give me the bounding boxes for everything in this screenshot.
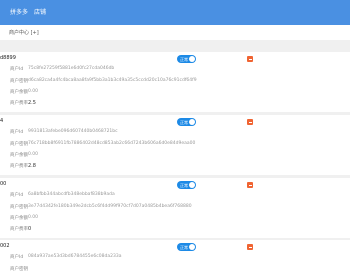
merchant-fee-row: 商户费率 2.8 xyxy=(10,163,36,170)
merchant-fee-label: 商户费率 xyxy=(10,227,28,232)
merchant-name: 4 xyxy=(0,118,4,124)
merchant-fee-label: 商户费率 xyxy=(10,164,28,169)
nav-item-pinduoduo[interactable]: 拼多多 xyxy=(10,7,28,16)
merchant-id-row: 商户Id 084a937ae53d3bd6784455e6c08da233a xyxy=(10,254,121,260)
delete-icon[interactable] xyxy=(247,244,253,250)
merchant-balance-value: 0.00 xyxy=(28,215,39,220)
delete-icon[interactable] xyxy=(247,182,253,188)
breadcrumb: 商户中心 [+] xyxy=(0,25,350,40)
merchant-card: d8899 正常 商户Id 75c8fe27259f5881e6d0fc27cd… xyxy=(0,52,350,112)
merchant-secret-row: 商户密钥 xyxy=(10,266,28,272)
merchant-id-value: 6a8bfbb344abcdfb348ebbaf838b9ada xyxy=(28,192,115,197)
toggle-knob xyxy=(189,182,195,188)
merchant-secret-label: 商户密钥 xyxy=(10,142,28,147)
status-toggle-label: 正常 xyxy=(180,182,188,188)
delete-icon[interactable] xyxy=(247,56,253,62)
merchant-secret-label: 商户密钥 xyxy=(10,79,28,84)
status-toggle[interactable]: 正常 xyxy=(177,118,196,126)
merchant-secret-row: 商户密钥 3e77d4342fe180b349e2dcb5c6f4dd99f97… xyxy=(10,204,192,210)
merchant-id-row: 商户Id 9931813afebe096d607440b0468721bc xyxy=(10,129,118,135)
merchant-secret-label: 商户密钥 xyxy=(10,205,28,210)
merchant-fee-label: 商户费率 xyxy=(10,101,28,106)
breadcrumb-text[interactable]: 商户中心 [+] xyxy=(9,29,39,36)
merchant-card: 00 正常 商户Id 6a8bfbb344abcdfb348ebbaf838b9… xyxy=(0,178,350,238)
merchant-fee-value: 2.5 xyxy=(28,99,36,106)
merchant-balance-label: 商户余额 xyxy=(10,216,28,221)
merchant-id-row: 商户Id 75c8fe27259f5881e6d0fc27cda046db xyxy=(10,66,114,72)
merchant-secret-label: 商户密钥 xyxy=(10,267,28,272)
delete-icon[interactable] xyxy=(247,119,253,125)
toggle-knob xyxy=(189,56,195,62)
merchant-balance-label: 商户余额 xyxy=(10,90,28,95)
merchant-id-row: 商户Id 6a8bfbb344abcdfb348ebbaf838b9ada xyxy=(10,192,115,198)
status-toggle-label: 正常 xyxy=(180,244,188,250)
merchant-balance-value: 0.00 xyxy=(28,152,39,157)
merchant-balance-row: 商户余额 0.00 xyxy=(10,215,38,221)
merchant-secret-value: 3e77d4342fe180b349e2dcb5c6f4dd99f970cf7d… xyxy=(28,204,192,209)
merchant-secret-value: d6ca82ca4a4fc4bca8aa8fa9f5bb3a1b3c49a35c… xyxy=(28,78,197,83)
merchant-id-label: 商户Id xyxy=(10,193,24,198)
merchant-secret-value: 76c718bb8f6911fb7886402d48cd853ab2c66d72… xyxy=(28,141,196,146)
status-toggle-label: 正常 xyxy=(180,119,188,125)
top-navbar: 拼多多 店铺 xyxy=(0,0,350,25)
toggle-knob xyxy=(189,119,195,125)
status-toggle[interactable]: 正常 xyxy=(177,181,196,189)
merchant-fee-value: 0 xyxy=(28,225,32,232)
status-toggle-label: 正常 xyxy=(180,56,188,62)
nav-item-shop[interactable]: 店铺 xyxy=(34,7,46,16)
merchant-balance-row: 商户余额 0.00 xyxy=(10,152,38,158)
merchant-id-label: 商户Id xyxy=(10,255,24,260)
status-toggle[interactable]: 正常 xyxy=(177,55,196,63)
merchant-fee-row: 商户费率 0 xyxy=(10,225,32,233)
toggle-knob xyxy=(189,244,195,250)
merchant-name: d8899 xyxy=(0,55,16,61)
merchant-id-label: 商户Id xyxy=(10,130,24,135)
merchant-fee-row: 商户费率 2.5 xyxy=(10,100,36,107)
status-toggle[interactable]: 正常 xyxy=(177,243,196,251)
merchant-name: 00 xyxy=(0,181,7,187)
merchant-secret-row: 商户密钥 d6ca82ca4a4fc4bca8aa8fa9f5bb3a1b3c4… xyxy=(10,78,197,84)
merchant-id-value: 084a937ae53d3bd6784455e6c08da233a xyxy=(28,254,122,259)
merchant-balance-value: 0.00 xyxy=(28,89,39,94)
merchant-secret-row: 商户密钥 76c718bb8f6911fb7886402d48cd853ab2c… xyxy=(10,141,195,147)
merchant-card: 4 正常 商户Id 9931813afebe096d607440b0468721… xyxy=(0,115,350,175)
merchant-fee-value: 2.8 xyxy=(28,162,36,169)
merchant-id-value: 9931813afebe096d607440b0468721bc xyxy=(28,129,118,134)
merchant-name: 002 xyxy=(0,243,10,249)
merchant-balance-row: 商户余额 0.00 xyxy=(10,89,38,95)
merchant-card: 002 正常 商户Id 084a937ae53d3bd6784455e6c08d… xyxy=(0,240,350,280)
merchant-id-label: 商户Id xyxy=(10,67,24,72)
merchant-balance-label: 商户余额 xyxy=(10,153,28,158)
merchant-id-value: 75c8fe27259f5881e6d0fc27cda046db xyxy=(28,66,115,71)
